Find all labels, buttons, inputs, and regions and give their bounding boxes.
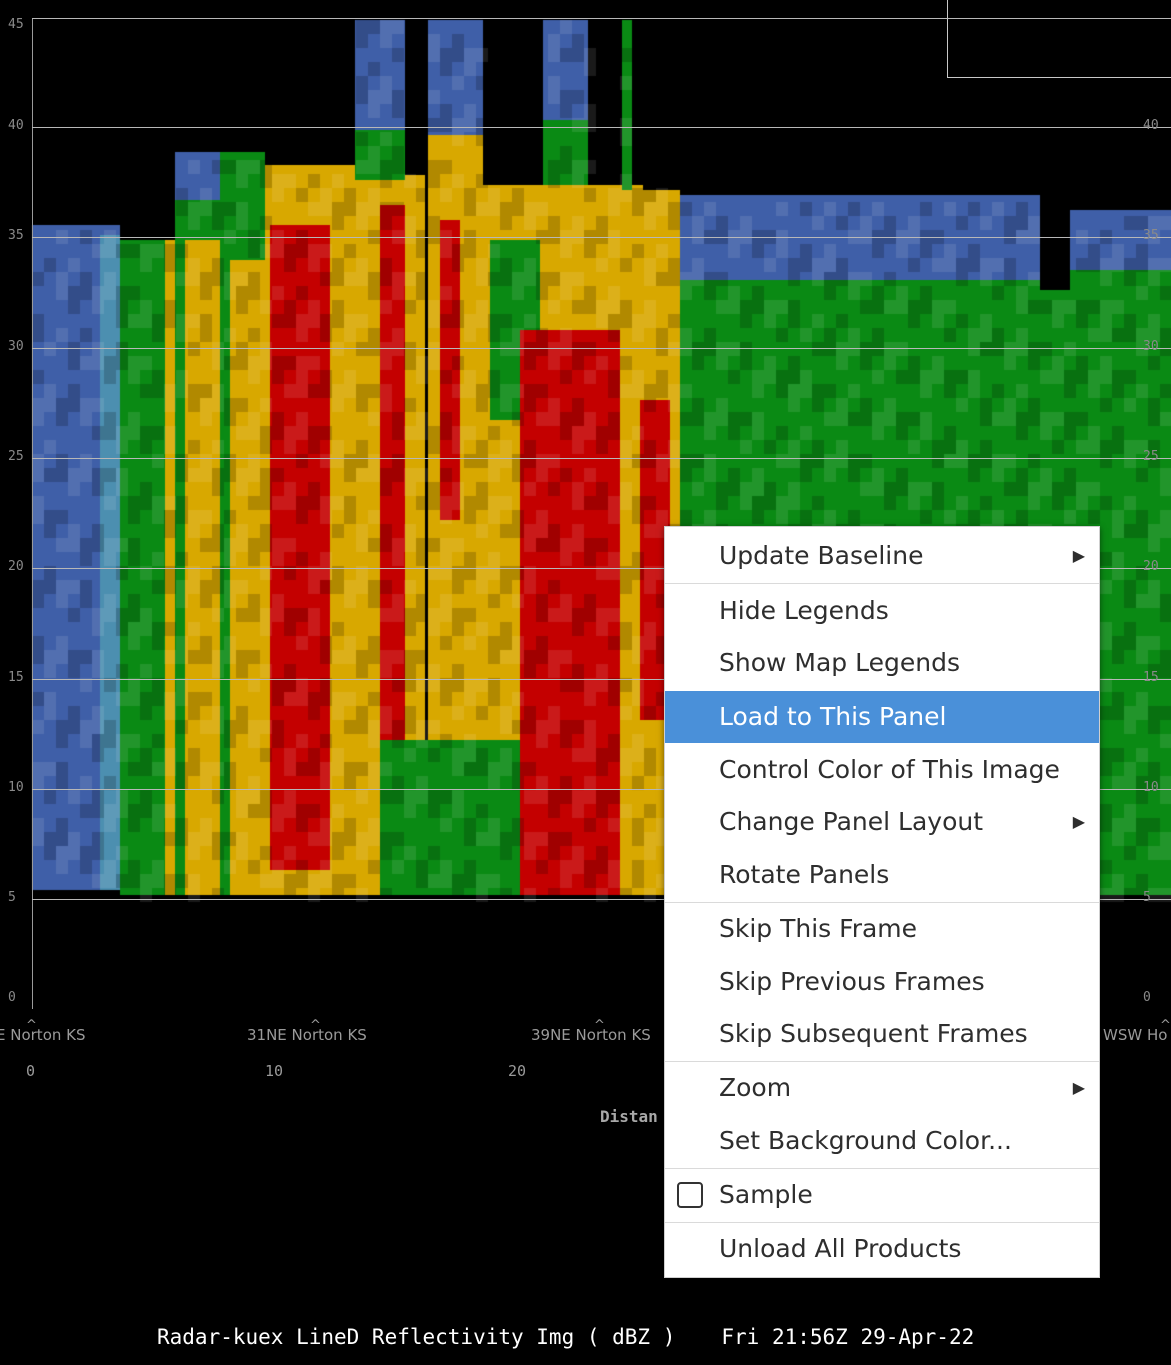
y-tick-right: 25 — [1143, 449, 1159, 464]
y-tick-left: 30 — [8, 339, 24, 354]
menu-item-label: Hide Legends — [719, 596, 889, 625]
menu-item-label: Sample — [719, 1180, 813, 1209]
menu-item-label: Skip Subsequent Frames — [719, 1019, 1028, 1048]
timestamp: Fri 21:56Z 29-Apr-22 — [721, 1325, 975, 1349]
y-tick-right: 15 — [1143, 670, 1159, 685]
submenu-arrow-icon: ▶ — [1072, 812, 1085, 831]
sample-checkbox[interactable] — [677, 1182, 703, 1208]
y-tick-left: 10 — [8, 780, 24, 795]
menu-item-change-panel-layout[interactable]: Change Panel Layout ▶ — [665, 796, 1099, 848]
y-tick-left: 35 — [8, 228, 24, 243]
menu-item-control-color[interactable]: Control Color of This Image — [665, 744, 1099, 796]
y-tick-left: 5 — [8, 890, 16, 905]
y-tick-right: 40 — [1143, 118, 1159, 133]
y-tick-right: 30 — [1143, 339, 1159, 354]
menu-item-sample[interactable]: Sample — [665, 1169, 1099, 1221]
y-tick-right: 20 — [1143, 559, 1159, 574]
inset-box — [947, 0, 1171, 78]
y-tick-left: 25 — [8, 449, 24, 464]
distance-tick: 10 — [265, 1062, 284, 1080]
y-tick-left: 15 — [8, 670, 24, 685]
location-label: E Norton KS — [0, 1026, 86, 1044]
menu-item-label: Set Background Color... — [719, 1126, 1012, 1155]
menu-item-label: Skip Previous Frames — [719, 967, 985, 996]
y-tick-right: 0 — [1143, 990, 1151, 1005]
menu-item-skip-previous-frames[interactable]: Skip Previous Frames — [665, 956, 1099, 1008]
menu-separator — [665, 583, 1099, 584]
menu-item-load-to-this-panel[interactable]: Load to This Panel — [665, 691, 1099, 743]
menu-item-label: Show Map Legends — [719, 648, 960, 677]
menu-item-unload-all-products[interactable]: Unload All Products — [665, 1223, 1099, 1275]
menu-item-label: Change Panel Layout — [719, 807, 984, 836]
y-tick-left: 40 — [8, 118, 24, 133]
location-label: 39NE Norton KS — [531, 1026, 651, 1044]
x-axis-title: Distan — [600, 1107, 658, 1126]
distance-tick: 20 — [508, 1062, 527, 1080]
menu-item-rotate-panels[interactable]: Rotate Panels — [665, 849, 1099, 901]
y-tick-left: 45 — [8, 17, 24, 32]
context-menu: Update Baseline ▶ Hide Legends Show Map L… — [664, 526, 1100, 1278]
menu-item-hide-legends[interactable]: Hide Legends — [665, 585, 1099, 637]
menu-item-label: Control Color of This Image — [719, 755, 1060, 784]
menu-item-label: Update Baseline — [719, 541, 924, 570]
y-tick-left: 20 — [8, 559, 24, 574]
menu-item-set-background-color[interactable]: Set Background Color... — [665, 1115, 1099, 1167]
menu-item-skip-subsequent-frames[interactable]: Skip Subsequent Frames — [665, 1008, 1099, 1060]
menu-item-label: Load to This Panel — [719, 702, 947, 731]
menu-item-zoom[interactable]: Zoom ▶ — [665, 1062, 1099, 1114]
gridline-30 — [32, 348, 1171, 349]
gridline-35 — [32, 237, 1171, 238]
menu-item-update-baseline[interactable]: Update Baseline ▶ — [665, 530, 1099, 582]
y-tick-right: 35 — [1143, 228, 1159, 243]
submenu-arrow-icon: ▶ — [1072, 1078, 1085, 1097]
product-status-line: Radar-kuex LineD Reflectivity Img ( dBZ … — [157, 1325, 974, 1349]
menu-item-show-map-legends[interactable]: Show Map Legends — [665, 637, 1099, 689]
submenu-arrow-icon: ▶ — [1072, 546, 1085, 565]
location-label: WSW Ho — [1103, 1026, 1168, 1044]
menu-item-label: Rotate Panels — [719, 860, 890, 889]
y-tick-right: 10 — [1143, 780, 1159, 795]
product-name: Radar-kuex LineD Reflectivity Img ( dBZ … — [157, 1325, 676, 1349]
location-label: 31NE Norton KS — [247, 1026, 367, 1044]
gridline-40 — [32, 127, 1171, 128]
y-tick-right: 5 — [1143, 890, 1151, 905]
y-tick-left: 0 — [8, 990, 16, 1005]
distance-tick: 0 — [26, 1062, 36, 1080]
menu-item-label: Skip This Frame — [719, 914, 918, 943]
menu-item-label: Unload All Products — [719, 1234, 962, 1263]
menu-item-skip-this-frame[interactable]: Skip This Frame — [665, 903, 1099, 955]
gridline-45 — [32, 18, 1171, 19]
menu-item-label: Zoom — [719, 1073, 792, 1102]
gridline-25 — [32, 458, 1171, 459]
